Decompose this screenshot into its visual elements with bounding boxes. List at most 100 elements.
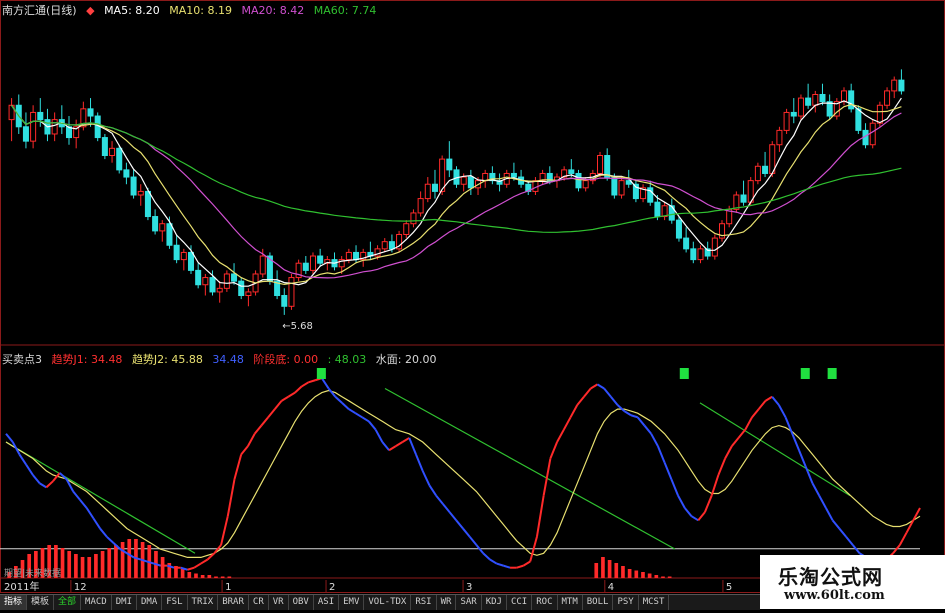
tab-macd[interactable]: MACD xyxy=(81,595,112,610)
histogram-bar xyxy=(127,539,132,578)
top-header: 南方汇通(日线) ◆ MA5: 8.20 MA10: 8.19 MA20: 8.… xyxy=(2,2,382,18)
j1-segment xyxy=(435,494,444,505)
indicator-tabs: 指标 模板 全部 MACD DMI DMA FSL TRIX BRAR CR VR OBV ASI EMV… xyxy=(0,594,760,610)
candle-body xyxy=(403,223,410,235)
low-price-label: ←5.68 xyxy=(282,321,313,332)
candle-body xyxy=(840,90,848,103)
ma-legend-icon: ◆ xyxy=(86,4,95,17)
j1-blue-label: 34.48 xyxy=(212,353,244,366)
tab-emv[interactable]: EMV xyxy=(339,595,365,610)
histogram-bar xyxy=(60,548,65,578)
j1-segment xyxy=(455,519,464,530)
histogram-bar xyxy=(107,548,112,578)
j1-segment xyxy=(751,408,760,418)
j1-segment xyxy=(610,396,619,406)
tab-fsl[interactable]: FSL xyxy=(162,595,188,610)
histogram-bar xyxy=(607,560,612,578)
candle-body xyxy=(467,176,474,189)
j1-segment xyxy=(308,379,316,384)
tab-kdj[interactable]: KDJ xyxy=(482,595,507,610)
j1-segment xyxy=(361,416,370,423)
tab-wr[interactable]: WR xyxy=(437,595,457,610)
candle-body xyxy=(417,198,424,214)
candle-body xyxy=(754,165,761,182)
tab-obv[interactable]: OBV xyxy=(289,595,314,610)
tab-psy[interactable]: PSY xyxy=(613,595,639,610)
tab-rsi[interactable]: RSI xyxy=(411,595,437,610)
j1-segment xyxy=(354,412,363,419)
candle-body xyxy=(101,137,108,157)
tab-mtm[interactable]: MTM xyxy=(558,595,583,610)
tab-模板[interactable]: 模板 xyxy=(27,595,55,610)
ma5-label: MA5: 8.20 xyxy=(104,4,160,17)
j1-segment xyxy=(428,484,437,497)
candle-body xyxy=(783,111,790,131)
signal-marker xyxy=(316,368,326,379)
tab-mcst[interactable]: MCST xyxy=(639,595,670,610)
candle-body xyxy=(245,291,252,297)
trend-line xyxy=(699,402,851,497)
j1-segment xyxy=(401,437,410,443)
tab-dma[interactable]: DMA xyxy=(137,595,163,610)
watermark-title: 乐淘公式网 xyxy=(778,565,883,589)
tab-cci[interactable]: CCI xyxy=(507,595,533,610)
j1-segment xyxy=(522,560,531,567)
j1-segment xyxy=(825,507,834,521)
tab-roc[interactable]: ROC xyxy=(532,595,558,610)
j1-segment xyxy=(11,441,21,455)
signal-marker xyxy=(800,368,810,379)
candle-body xyxy=(711,237,718,257)
watermark-url: www.60lt.com xyxy=(784,588,885,603)
j1-label: 趋势J1: 34.48 xyxy=(51,353,123,366)
j1-segment xyxy=(516,564,524,569)
j1-segment xyxy=(287,391,296,398)
j1-segment xyxy=(670,478,679,496)
candle-body xyxy=(597,155,604,174)
j1-segment xyxy=(744,416,753,431)
j1-segment xyxy=(623,410,632,417)
kline-chart-area[interactable]: ←5.68 期望|未来数据 2011年 12 1 2 3 4 5 xyxy=(0,0,945,609)
j1-segment xyxy=(489,558,498,565)
j1-segment xyxy=(348,408,356,415)
j1-segment xyxy=(650,433,659,447)
candle-body xyxy=(309,255,316,271)
tab-指标[interactable]: 指标 xyxy=(0,595,28,610)
j1-segment xyxy=(253,424,263,435)
candle-body xyxy=(568,169,575,174)
j1-segment xyxy=(831,519,841,530)
histogram-bar xyxy=(200,575,205,578)
timeline-year: 2011年 xyxy=(4,580,39,593)
j1-segment xyxy=(39,482,47,489)
candle-body xyxy=(109,147,116,157)
histogram-bar xyxy=(80,557,85,578)
j1-segment xyxy=(663,462,673,480)
candle-body xyxy=(805,97,812,106)
tab-dmi[interactable]: DMI xyxy=(112,595,137,610)
j1-segment xyxy=(630,414,639,419)
tab-vr[interactable]: VR xyxy=(269,595,289,610)
ma20-label: MA20: 8.42 xyxy=(241,4,305,17)
tab-cr[interactable]: CR xyxy=(249,595,269,610)
histogram-bar xyxy=(87,557,92,578)
tab-boll[interactable]: BOLL xyxy=(583,595,614,610)
j1-segment xyxy=(32,474,41,484)
j1-segment xyxy=(99,527,108,538)
tab-asi[interactable]: ASI xyxy=(314,595,340,610)
j1-segment xyxy=(562,416,572,431)
histogram-bar xyxy=(94,554,98,578)
tab-trix[interactable]: TRIX xyxy=(188,595,219,610)
tab-全部[interactable]: 全部 xyxy=(54,595,82,610)
tab-brar[interactable]: BRAR xyxy=(218,595,249,610)
candle-body xyxy=(675,219,682,239)
histogram-bar xyxy=(601,557,605,578)
tab-sar[interactable]: SAR xyxy=(456,595,482,610)
histogram-bar xyxy=(194,573,198,578)
candle-body xyxy=(130,176,137,196)
tab-vol-tdx[interactable]: VOL-TDX xyxy=(364,595,412,610)
candle-body xyxy=(690,248,697,261)
candle-body xyxy=(618,180,625,196)
candle-body xyxy=(740,194,747,203)
candle-body xyxy=(173,244,180,261)
candle-body xyxy=(575,172,582,189)
j1-segment xyxy=(25,464,34,476)
